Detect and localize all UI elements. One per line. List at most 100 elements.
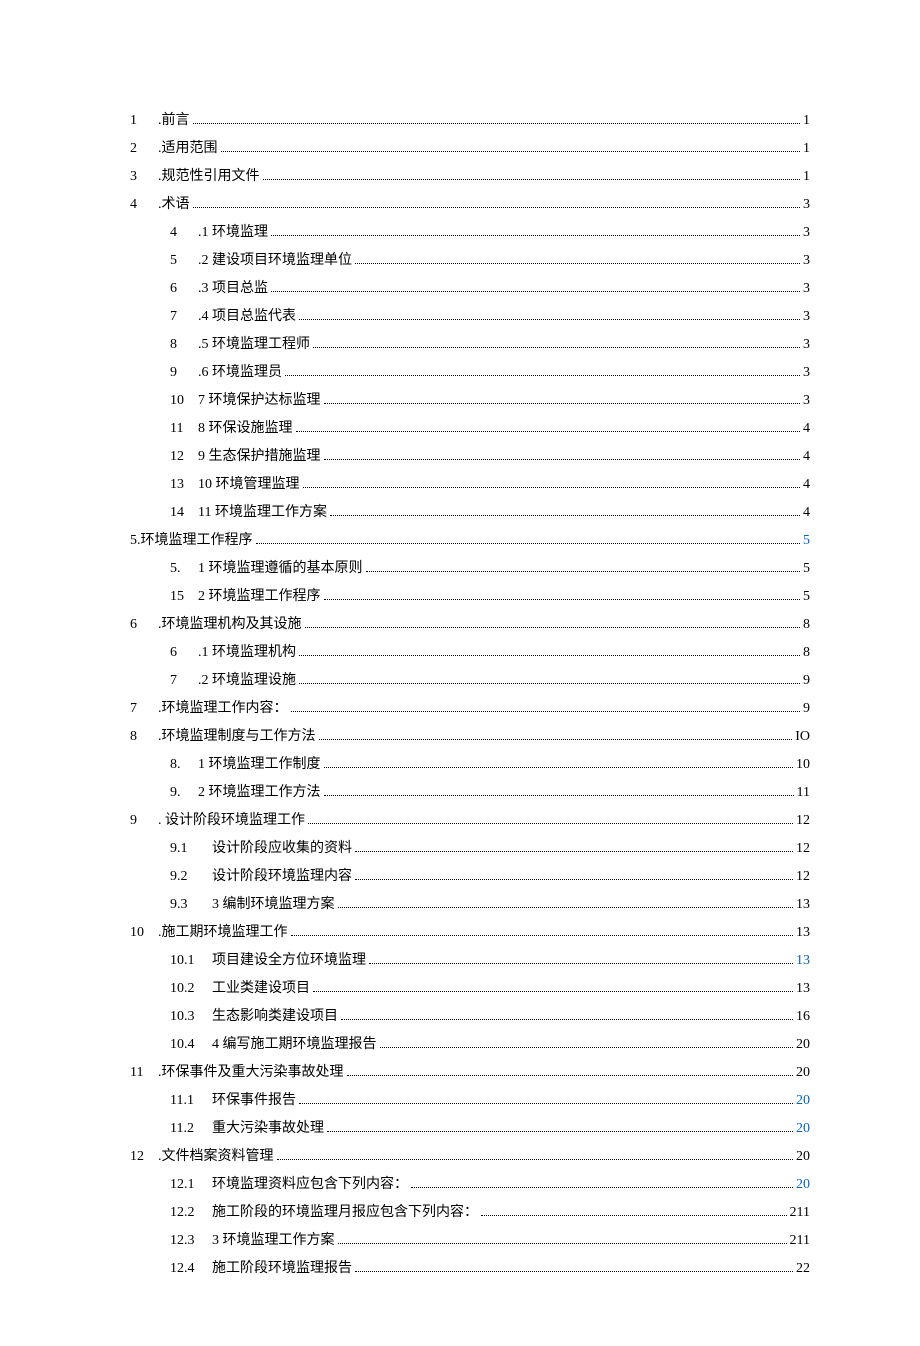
toc-entry-number: 9.1 [170, 838, 204, 859]
toc-entry[interactable]: 9.6 环境监理员3 [130, 362, 810, 383]
toc-entry[interactable]: 11 8 环保设施监理 4 [130, 418, 810, 439]
toc-entry-title: .文件档案资料管理 [158, 1146, 274, 1167]
toc-entry[interactable]: 9.2 环境监理工作方法11 [130, 782, 810, 803]
toc-entry[interactable]: 6.环境监理机构及其设施8 [130, 614, 810, 635]
toc-entry[interactable]: 6.1 环境监理机构8 [130, 642, 810, 663]
toc-entry[interactable]: 1411 环境监理工作方案4 [130, 502, 810, 523]
toc-entry-number: 12 [170, 446, 190, 467]
toc-entry-number: 10.2 [170, 978, 204, 999]
toc-leader-dots [324, 459, 801, 460]
toc-entry[interactable]: 10.3生态影响类建设项目16 [130, 1006, 810, 1027]
toc-entry-title: .环保事件及重大污染事故处理 [158, 1062, 344, 1083]
toc-leader-dots [291, 935, 794, 936]
toc-entry-page: 9 [803, 698, 810, 719]
toc-entry[interactable]: 10.施工期环境监理工作13 [130, 922, 810, 943]
toc-leader-dots [299, 319, 800, 320]
toc-entry-title: 2 环境监理工作程序 [198, 586, 321, 607]
toc-entry-page: 16 [796, 1006, 810, 1027]
toc-entry[interactable]: 12.文件档案资料管理20 [130, 1146, 810, 1167]
toc-entry-page: 3 [803, 194, 810, 215]
toc-entry[interactable]: 10.2工业类建设项目13 [130, 978, 810, 999]
toc-entry[interactable]: 4.1 环境监理3 [130, 222, 810, 243]
toc-entry[interactable]: 12.33 环境监理工作方案211 [130, 1230, 810, 1251]
toc-entry-page: 8 [803, 642, 810, 663]
toc-entry[interactable]: 12.2施工阶段的环境监理月报应包含下列内容：211 [130, 1202, 810, 1223]
toc-entry[interactable]: 9.2设计阶段环境监理内容12 [130, 866, 810, 887]
toc-entry[interactable]: 4.术语3 [130, 194, 810, 215]
toc-entry-number: 1 [130, 110, 150, 131]
toc-entry[interactable]: 8.环境监理制度与工作方法IO [130, 726, 810, 747]
toc-entry-title: 9 生态保护措施监理 [198, 446, 321, 467]
toc-leader-dots [355, 851, 793, 852]
toc-entry[interactable]: 152 环境监理工作程序5 [130, 586, 810, 607]
toc-entry-number: 9 [130, 810, 150, 831]
toc-entry-page: 12 [796, 866, 810, 887]
toc-leader-dots [193, 123, 801, 124]
toc-entry-title: .2 建设项目环境监理单位 [198, 250, 352, 271]
toc-leader-dots [277, 1159, 794, 1160]
toc-entry[interactable]: 7.4 项目总监代表3 [130, 306, 810, 327]
toc-entry-number: 8. [170, 754, 190, 775]
toc-entry-page: 13 [796, 894, 810, 915]
toc-entry[interactable]: 1310 环境管理监理4 [130, 474, 810, 495]
toc-entry[interactable]: 10.1项目建设全方位环境监理13 [130, 950, 810, 971]
toc-entry-page: 4 [803, 418, 810, 439]
toc-entry-number: 12 [130, 1146, 150, 1167]
toc-entry-title: 重大污染事故处理 [212, 1118, 324, 1139]
toc-entry-page: 11 [797, 782, 810, 803]
toc-entry[interactable]: 8.1 环境监理工作制度10 [130, 754, 810, 775]
toc-entry[interactable]: 9. 设计阶段环境监理工作12 [130, 810, 810, 831]
toc-entry[interactable]: 107 环境保护达标监理3 [130, 390, 810, 411]
toc-entry[interactable]: 11.2重大污染事故处理20 [130, 1118, 810, 1139]
toc-entry[interactable]: 7 .环境监理工作内容： 9 [130, 698, 810, 719]
toc-entry-page: 20 [796, 1174, 810, 1195]
toc-leader-dots [271, 291, 800, 292]
toc-entry[interactable]: 3.规范性引用文件1 [130, 166, 810, 187]
toc-leader-dots [313, 991, 793, 992]
toc-entry[interactable]: 10.44 编写施工期环境监理报告20 [130, 1034, 810, 1055]
toc-entry-number: 7 [170, 670, 190, 691]
toc-entry[interactable]: 11.1环保事件报告20 [130, 1090, 810, 1111]
toc-entry-page: 13 [796, 950, 810, 971]
toc-entry[interactable]: 9.1设计阶段应收集的资料12 [130, 838, 810, 859]
toc-entry-number: 10 [130, 922, 150, 943]
toc-entry-title: .4 项目总监代表 [198, 306, 296, 327]
toc-entry-number: 7 [130, 698, 150, 719]
toc-entry-title: 1 环境监理遵循的基本原则 [198, 558, 363, 579]
toc-entry[interactable]: 2.适用范围1 [130, 138, 810, 159]
toc-entry[interactable]: 5.1 环境监理遵循的基本原则5 [130, 558, 810, 579]
toc-entry-title: 施工阶段的环境监理月报应包含下列内容： [212, 1202, 478, 1223]
toc-entry[interactable]: 129 生态保护措施监理4 [130, 446, 810, 467]
toc-entry[interactable]: 1.前言1 [130, 110, 810, 131]
toc-entry-page: 3 [803, 390, 810, 411]
toc-entry-page: 20 [796, 1118, 810, 1139]
toc-entry-title: 8 环保设施监理 [198, 418, 293, 439]
toc-entry-title: .环境监理工作内容： [158, 698, 288, 719]
toc-entry-page: 13 [796, 922, 810, 943]
toc-entry-title: .适用范围 [158, 138, 218, 159]
toc-entry-page: 20 [796, 1034, 810, 1055]
toc-entry-title: 环保事件报告 [212, 1090, 296, 1111]
toc-entry-title: . 设计阶段环境监理工作 [158, 810, 305, 831]
toc-entry-number: 12.2 [170, 1202, 204, 1223]
toc-leader-dots [411, 1187, 793, 1188]
toc-leader-dots [324, 599, 801, 600]
toc-entry[interactable]: 5.环境监理工作程序5 [130, 530, 810, 551]
toc-entry[interactable]: 12.4施工阶段环境监理报告22 [130, 1258, 810, 1279]
toc-entry-title: 工业类建设项目 [212, 978, 310, 999]
toc-entry[interactable]: 11.环保事件及重大污染事故处理20 [130, 1062, 810, 1083]
toc-entry-page: 22 [796, 1258, 810, 1279]
toc-entry[interactable]: 9.33 编制环境监理方案13 [130, 894, 810, 915]
toc-entry[interactable]: 7.2 环境监理设施9 [130, 670, 810, 691]
toc-entry[interactable]: 8.5 环境监理工程师3 [130, 334, 810, 355]
toc-entry[interactable]: 5.2 建设项目环境监理单位3 [130, 250, 810, 271]
toc-entry-title: .规范性引用文件 [158, 166, 260, 187]
toc-entry[interactable]: 6.3 项目总监3 [130, 278, 810, 299]
toc-entry-title: .环境监理机构及其设施 [158, 614, 302, 635]
toc-entry-number: 9 [170, 362, 190, 383]
toc-entry-page: 3 [803, 278, 810, 299]
toc-entry-number: 11 [170, 418, 190, 439]
toc-leader-dots [303, 487, 801, 488]
toc-entry[interactable]: 12.1环境监理资料应包含下列内容：20 [130, 1174, 810, 1195]
toc-entry-page: 1 [803, 110, 810, 131]
